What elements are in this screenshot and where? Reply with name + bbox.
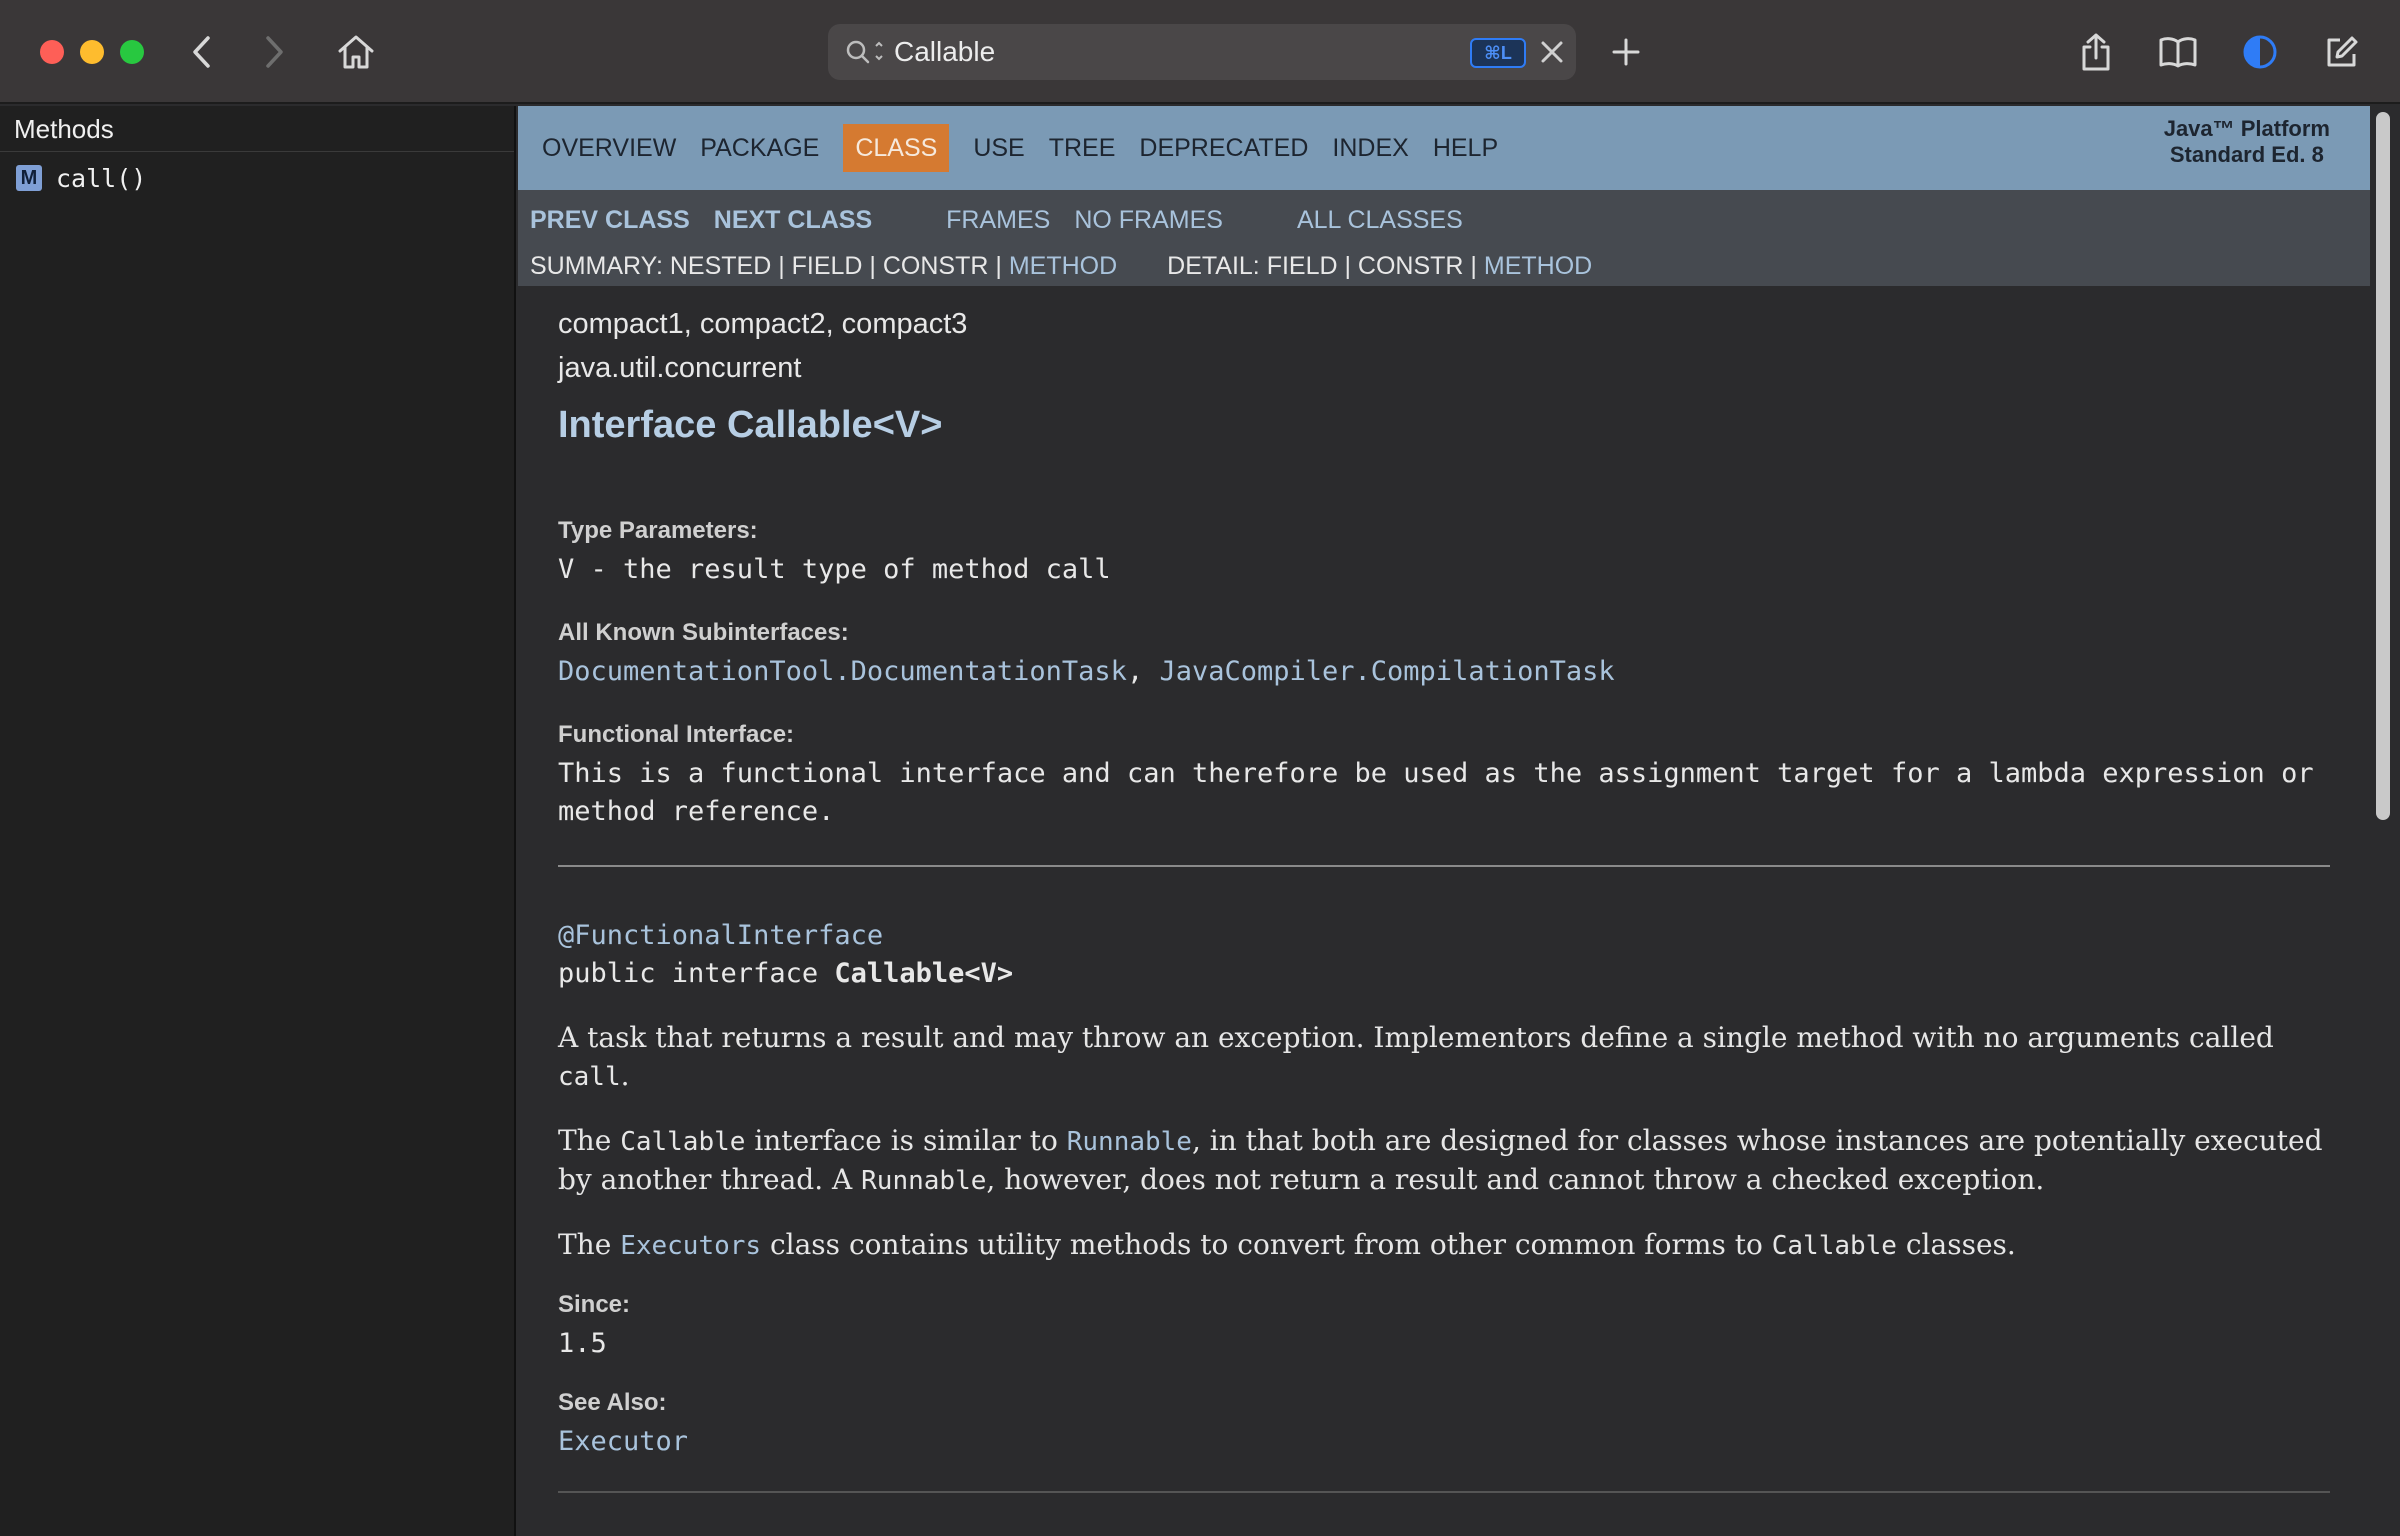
subinterfaces-list: DocumentationTool.DocumentationTask, Jav…: [558, 653, 2330, 691]
top-navigation: OVERVIEW PACKAGE CLASS USE TREE DEPRECAT…: [518, 106, 2370, 190]
sub-navigation: PREV CLASS NEXT CLASS FRAMES NO FRAMES A…: [518, 190, 2370, 286]
contrast-icon: [2243, 35, 2277, 69]
share-button[interactable]: [2072, 28, 2120, 76]
code: Runnable: [861, 1166, 987, 1196]
text: classes.: [1896, 1228, 2016, 1261]
functional-label: Functional Interface:: [558, 721, 795, 748]
type-params-value: V - the result type of method call: [558, 554, 1111, 585]
see-also-link[interactable]: Executor: [558, 1423, 2330, 1461]
nav-tree[interactable]: TREE: [1037, 124, 1128, 172]
plus-icon: [1612, 38, 1640, 66]
nav-class[interactable]: CLASS: [843, 124, 950, 172]
chevron-right-icon: [266, 36, 283, 68]
compose-button[interactable]: [2318, 28, 2366, 76]
home-icon: [338, 35, 374, 69]
address-bar[interactable]: Callable ⌘L: [828, 24, 1576, 80]
runnable-link[interactable]: Runnable: [1067, 1127, 1192, 1157]
since-value: 1.5: [558, 1328, 607, 1359]
text: A task that returns a result and may thr…: [558, 1021, 2274, 1054]
text: The: [558, 1228, 621, 1261]
back-button[interactable]: [178, 28, 226, 76]
no-frames-link[interactable]: NO FRAMES: [1074, 206, 1223, 235]
sidebar-item-call[interactable]: M call(): [0, 152, 514, 204]
text: , however, does not return a result and …: [986, 1163, 2045, 1196]
zoom-window-button[interactable]: [120, 40, 144, 64]
executors-link[interactable]: Executors: [620, 1231, 761, 1261]
detail-label: DETAIL: FIELD | CONSTR |: [1167, 251, 1484, 280]
text: interface is similar to: [745, 1124, 1067, 1157]
detail-method-link[interactable]: METHOD: [1484, 252, 1592, 281]
brand-line-1: Java™ Platform: [2163, 116, 2330, 141]
frames-link[interactable]: FRAMES: [946, 206, 1050, 235]
since-label: Since:: [558, 1291, 631, 1318]
divider: [558, 865, 2330, 867]
code: Callable: [1771, 1231, 1897, 1261]
summary-label: SUMMARY: NESTED | FIELD | CONSTR |: [530, 251, 1009, 280]
method-icon: M: [16, 165, 42, 191]
book-icon: [2159, 37, 2197, 68]
scrollbar-thumb[interactable]: [2376, 112, 2390, 820]
profiles: compact1, compact2, compact3: [558, 308, 968, 340]
text: The: [558, 1124, 621, 1157]
brand-line-2: Standard Ed. 8: [2169, 142, 2324, 167]
sidebar-item-label[interactable]: call(): [56, 164, 146, 193]
forward-button[interactable]: [250, 28, 298, 76]
nav-use[interactable]: USE: [961, 124, 1036, 172]
nav-package[interactable]: PACKAGE: [688, 124, 831, 172]
next-class-link[interactable]: NEXT CLASS: [714, 206, 872, 235]
address-text[interactable]: Callable: [894, 24, 995, 80]
new-tab-button[interactable]: [1602, 28, 1650, 76]
close-window-button[interactable]: [40, 40, 64, 64]
description-paragraph: The Callable interface is similar to Run…: [558, 1122, 2330, 1200]
divider: [558, 1491, 2330, 1493]
all-classes-link[interactable]: ALL CLASSES: [1297, 206, 1463, 235]
share-icon: [2082, 33, 2110, 71]
edit-icon: [2327, 36, 2358, 67]
sidebar-heading: Methods: [0, 106, 514, 152]
clear-icon[interactable]: [1538, 38, 1566, 66]
text: class contains utility methods to conver…: [761, 1228, 1772, 1261]
minimize-window-button[interactable]: [80, 40, 104, 64]
declaration: public interface Callable<V>: [558, 955, 2330, 993]
nav-index[interactable]: INDEX: [1320, 124, 1420, 172]
declaration-name: Callable<V>: [834, 958, 1014, 989]
class-content: compact1, compact2, compact3 java.util.c…: [558, 302, 2330, 1493]
subinterface-link[interactable]: JavaCompiler.CompilationTask: [1159, 656, 1614, 687]
browser-toolbar: Callable ⌘L: [0, 0, 2400, 104]
shortcut-badge: ⌘L: [1470, 38, 1526, 68]
package-name: java.util.concurrent: [558, 352, 802, 384]
type-params-label: Type Parameters:: [558, 517, 758, 544]
annotation-link[interactable]: @FunctionalInterface: [558, 917, 2330, 955]
subinterfaces-label: All Known Subinterfaces:: [558, 619, 849, 646]
functional-text: This is a functional interface and can t…: [558, 758, 2314, 827]
search-icon: [846, 40, 883, 64]
nav-help[interactable]: HELP: [1421, 124, 1510, 172]
reading-list-button[interactable]: [2154, 28, 2202, 76]
javadoc-page: OVERVIEW PACKAGE CLASS USE TREE DEPRECAT…: [518, 106, 2370, 1536]
code: call: [558, 1062, 621, 1092]
home-button[interactable]: [332, 28, 380, 76]
see-also-label: See Also:: [558, 1389, 667, 1416]
methods-sidebar: Methods M call(): [0, 106, 516, 1536]
description-paragraph: A task that returns a result and may thr…: [558, 1019, 2330, 1096]
platform-brand: Java™ Platform Standard Ed. 8: [2164, 116, 2330, 168]
text: .: [620, 1059, 630, 1092]
separator: ,: [1126, 656, 1160, 687]
page-title: Interface Callable<V>: [558, 404, 943, 446]
description-paragraph: The Executors class contains utility met…: [558, 1226, 2330, 1265]
nav-deprecated[interactable]: DEPRECATED: [1127, 124, 1320, 172]
subinterface-link[interactable]: DocumentationTool.DocumentationTask: [558, 656, 1127, 687]
nav-overview[interactable]: OVERVIEW: [530, 124, 688, 172]
prev-class-link[interactable]: PREV CLASS: [530, 206, 690, 235]
chevron-left-icon: [193, 36, 210, 68]
summary-method-link[interactable]: METHOD: [1009, 252, 1117, 281]
code: Callable: [620, 1127, 746, 1157]
declaration-prefix: public interface: [558, 958, 835, 989]
appearance-button[interactable]: [2236, 28, 2284, 76]
